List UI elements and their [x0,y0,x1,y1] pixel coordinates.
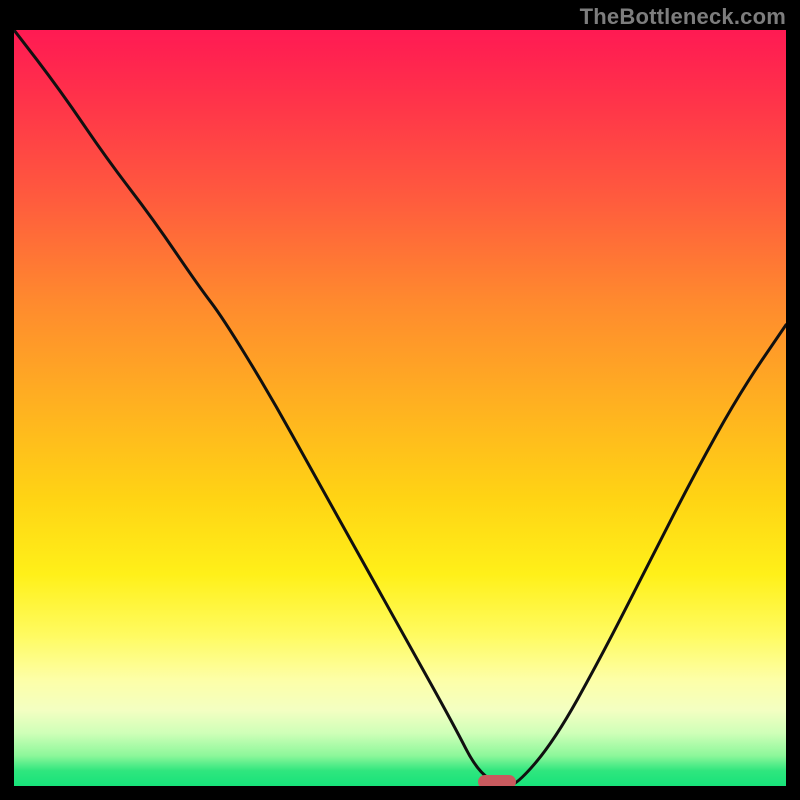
gradient-background [14,30,786,786]
plot-area [14,30,786,786]
watermark-text: TheBottleneck.com [580,4,786,30]
chart-frame: TheBottleneck.com [0,0,800,800]
